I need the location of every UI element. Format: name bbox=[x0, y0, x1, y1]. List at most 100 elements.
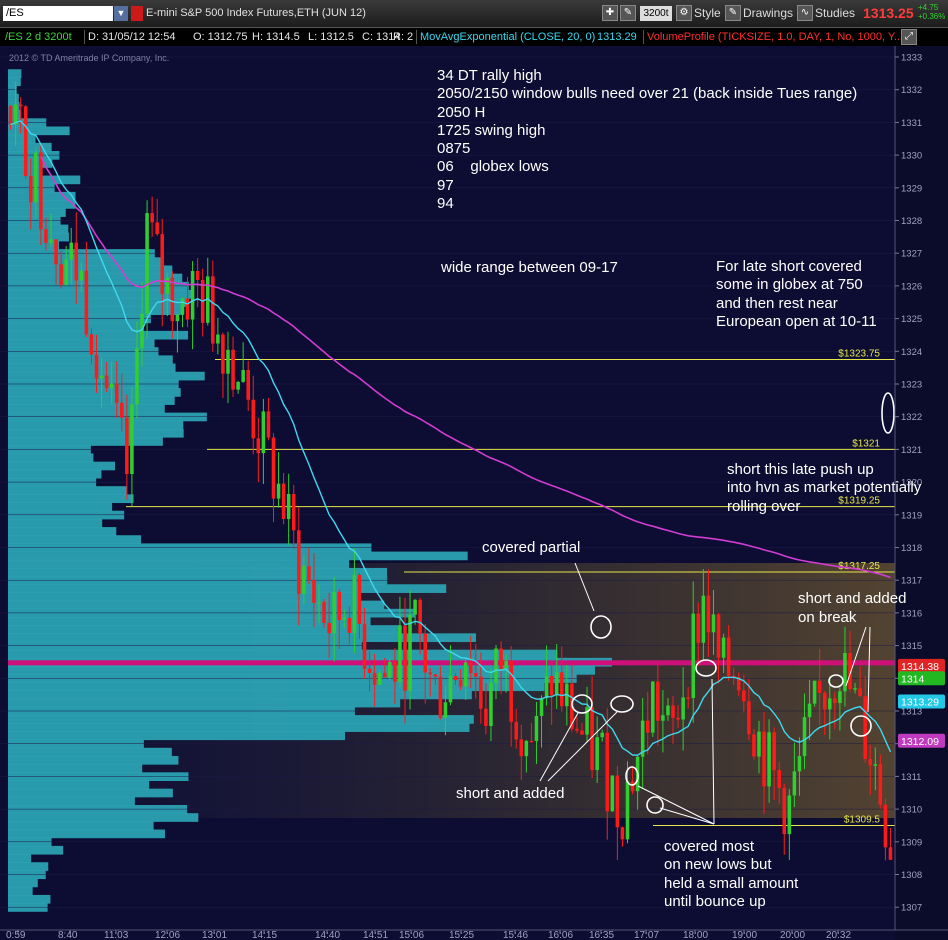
time-tick-label: 0:59 bbox=[6, 930, 26, 940]
candle-body bbox=[726, 637, 731, 676]
candle-body bbox=[610, 775, 615, 812]
candle-body bbox=[271, 437, 276, 499]
ema-study-label[interactable]: MovAvgExponential (CLOSE, 20, 0) bbox=[420, 28, 595, 46]
level-label: $1323.75 bbox=[838, 348, 880, 359]
profile-bar bbox=[8, 175, 81, 185]
symbol-period: /ES 2 d 3200t bbox=[5, 31, 72, 43]
crosshair-icon[interactable]: ✚ bbox=[602, 5, 618, 21]
candle-body bbox=[195, 271, 200, 280]
candle-body bbox=[605, 732, 610, 812]
profile-bar bbox=[8, 690, 472, 700]
candle-body bbox=[615, 775, 620, 828]
studies-menu-button[interactable]: Studies bbox=[815, 5, 855, 22]
time-tick-label: 12:06 bbox=[155, 930, 180, 940]
note-short-push-2: into hvn as market potentially bbox=[727, 479, 922, 496]
note-0875: 0875 bbox=[437, 140, 470, 157]
candle-body bbox=[135, 348, 139, 405]
candle-body bbox=[883, 804, 888, 848]
candle-body bbox=[661, 715, 665, 721]
profile-bar bbox=[8, 829, 165, 839]
symbol-dropdown-button[interactable]: ▼ bbox=[114, 6, 128, 21]
price-tick-label: 1308 bbox=[901, 870, 922, 881]
candle-body bbox=[216, 334, 220, 344]
candle-body bbox=[120, 402, 124, 418]
study-info-bar: /ES 2 d 3200t D: 31/05/12 12:54 O: 1312.… bbox=[0, 28, 948, 47]
drawing-tool-icon[interactable]: ✎ bbox=[620, 5, 636, 21]
candle-body bbox=[721, 637, 726, 658]
volume-profile-label[interactable]: VolumeProfile (TICKSIZE, 1.0, DAY, 1, No… bbox=[647, 28, 903, 46]
profile-bar bbox=[8, 551, 468, 561]
profile-bar bbox=[8, 616, 371, 626]
candle-body bbox=[711, 614, 716, 633]
candle-body bbox=[489, 682, 493, 727]
candle-body bbox=[403, 625, 407, 691]
candle-body bbox=[499, 648, 503, 669]
profile-bar bbox=[8, 796, 135, 806]
style-gear-icon[interactable]: ⚙ bbox=[676, 5, 692, 21]
candle-body bbox=[458, 680, 463, 687]
level-label: $1309.5 bbox=[844, 814, 881, 825]
symbol-input[interactable]: /ES bbox=[3, 6, 113, 21]
candle-body bbox=[701, 595, 706, 643]
profile-bar bbox=[8, 625, 401, 634]
price-tick-label: 1332 bbox=[901, 85, 922, 96]
drawings-menu-button[interactable]: Drawings bbox=[743, 5, 793, 22]
price-tick-label: 1327 bbox=[901, 249, 922, 260]
candle-body bbox=[858, 688, 862, 697]
time-tick-label: 19:00 bbox=[732, 930, 757, 940]
candle-body bbox=[504, 660, 508, 669]
profile-bar bbox=[8, 396, 175, 405]
time-tick-label: 17:07 bbox=[634, 930, 659, 940]
profile-bar bbox=[8, 747, 172, 757]
candle-body bbox=[362, 623, 367, 669]
profile-bar bbox=[8, 845, 64, 855]
profile-bar bbox=[8, 69, 22, 78]
drawings-pencil-icon[interactable]: ✎ bbox=[725, 5, 741, 21]
candle-body bbox=[398, 625, 402, 682]
candle-body bbox=[307, 566, 311, 581]
last-price: 1313.25 bbox=[863, 5, 914, 21]
expand-chart-icon[interactable]: ⤢ bbox=[901, 29, 917, 45]
candle-body bbox=[226, 349, 230, 374]
candle-body bbox=[681, 697, 685, 720]
candle-body bbox=[372, 672, 377, 685]
candle-body bbox=[833, 698, 837, 704]
studies-icon[interactable]: ∿ bbox=[797, 5, 813, 21]
note-covered-partial: covered partial bbox=[482, 539, 580, 556]
time-tick-label: 20:00 bbox=[780, 930, 805, 940]
price-tick-label: 1323 bbox=[901, 380, 922, 391]
note-late-short-3: and then rest near bbox=[716, 295, 838, 312]
price-chart[interactable]: $1323.75$1321$1319.25$1317.25$1309.5 130… bbox=[0, 46, 948, 940]
symbol-link-icon[interactable] bbox=[131, 6, 143, 21]
price-bubble-label: 1313.29 bbox=[901, 697, 939, 709]
profile-bar bbox=[8, 527, 117, 536]
profile-bar bbox=[8, 388, 181, 397]
price-tick-label: 1317 bbox=[901, 576, 922, 587]
candle-body bbox=[84, 270, 89, 335]
candle-body bbox=[175, 314, 180, 322]
profile-bar bbox=[8, 404, 165, 414]
style-menu-button[interactable]: Style bbox=[694, 5, 721, 22]
aggregation-button[interactable]: 3200t bbox=[640, 6, 672, 21]
candle-body bbox=[190, 271, 195, 320]
candle-body bbox=[79, 270, 84, 281]
bar-low: L: 1312.5 bbox=[308, 31, 354, 43]
contract-description: E-mini S&P 500 Index Futures,ETH (JUN 12… bbox=[146, 7, 366, 19]
candle-body bbox=[49, 239, 53, 243]
candle-body bbox=[322, 601, 326, 623]
candle-body bbox=[696, 613, 701, 643]
note-late-short-2: some in globex at 750 bbox=[716, 276, 863, 293]
candle-body bbox=[160, 234, 165, 294]
candle-body bbox=[236, 381, 240, 390]
profile-bar bbox=[8, 257, 163, 266]
candle-body bbox=[838, 691, 842, 704]
profile-bar bbox=[8, 330, 189, 340]
profile-bar bbox=[8, 649, 558, 659]
candle-body bbox=[74, 242, 79, 281]
net-change: +4.75 bbox=[918, 3, 939, 12]
copyright: 2012 © TD Ameritrade IP Company, Inc. bbox=[9, 53, 169, 63]
profile-bar bbox=[8, 878, 38, 888]
candle-body bbox=[337, 591, 342, 620]
candle-body bbox=[291, 494, 296, 531]
candle-body bbox=[99, 375, 104, 379]
